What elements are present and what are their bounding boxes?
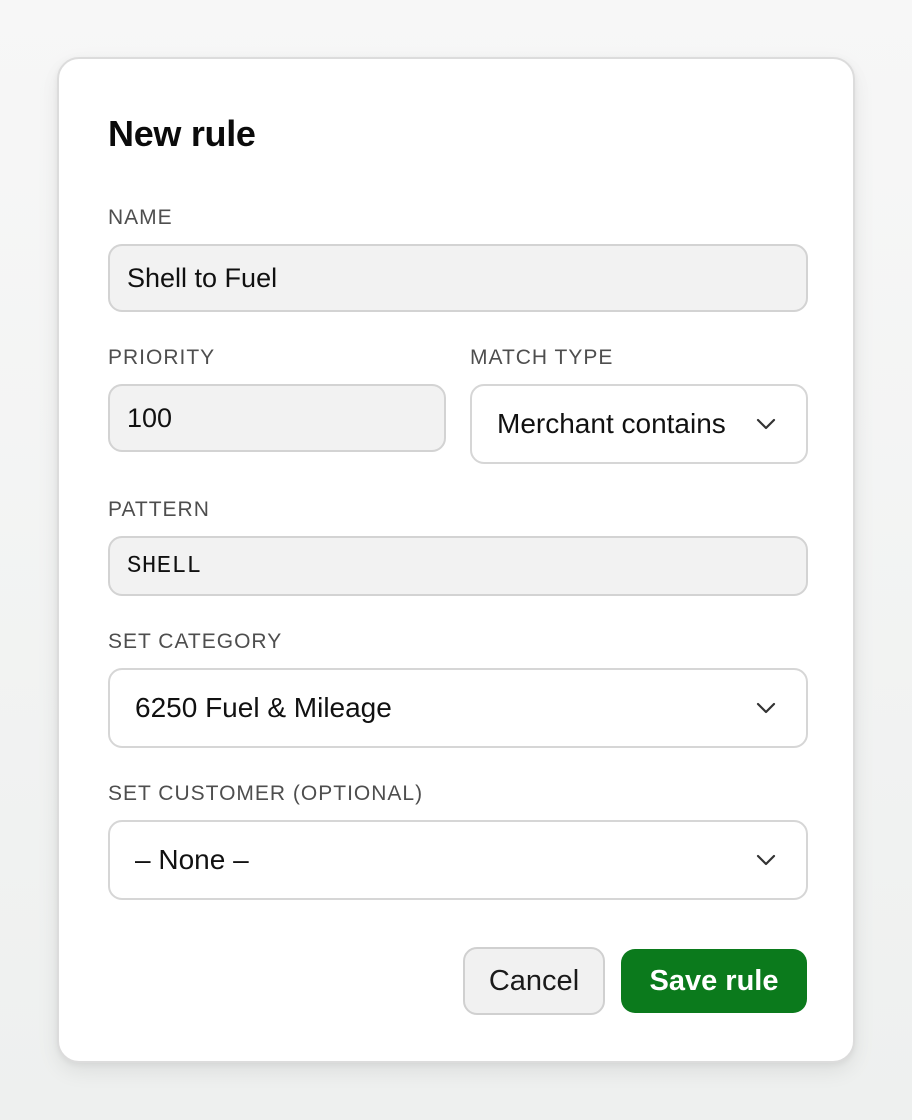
- cancel-button[interactable]: Cancel: [463, 947, 605, 1015]
- match-type-select[interactable]: Merchant contains: [470, 384, 808, 464]
- chevron-down-icon: [756, 418, 776, 430]
- priority-value: 100: [127, 402, 173, 433]
- set-category-select[interactable]: 6250 Fuel & Mileage: [108, 668, 808, 748]
- set-customer-select[interactable]: – None –: [108, 820, 808, 900]
- name-label: NAME: [108, 206, 173, 229]
- new-rule-dialog: New rule NAME Shell to Fuel PRIORITY 100…: [57, 57, 855, 1063]
- pattern-label: PATTERN: [108, 498, 210, 521]
- match-type-label: MATCH TYPE: [470, 346, 614, 369]
- chevron-down-icon: [756, 702, 776, 714]
- set-customer-label: SET CUSTOMER (OPTIONAL): [108, 782, 424, 805]
- name-input[interactable]: Shell to Fuel: [108, 244, 808, 312]
- priority-input[interactable]: 100: [108, 384, 446, 452]
- pattern-value: SHELL: [127, 552, 202, 580]
- dialog-title: New rule: [108, 113, 256, 154]
- set-category-label: SET CATEGORY: [108, 630, 283, 653]
- set-category-value: 6250 Fuel & Mileage: [135, 692, 392, 723]
- pattern-input[interactable]: SHELL: [108, 536, 808, 596]
- chevron-down-icon: [756, 854, 776, 866]
- save-rule-button[interactable]: Save rule: [621, 949, 807, 1013]
- match-type-value: Merchant contains: [497, 408, 726, 439]
- priority-label: PRIORITY: [108, 346, 216, 369]
- name-value: Shell to Fuel: [127, 262, 278, 293]
- set-customer-value: – None –: [135, 844, 249, 875]
